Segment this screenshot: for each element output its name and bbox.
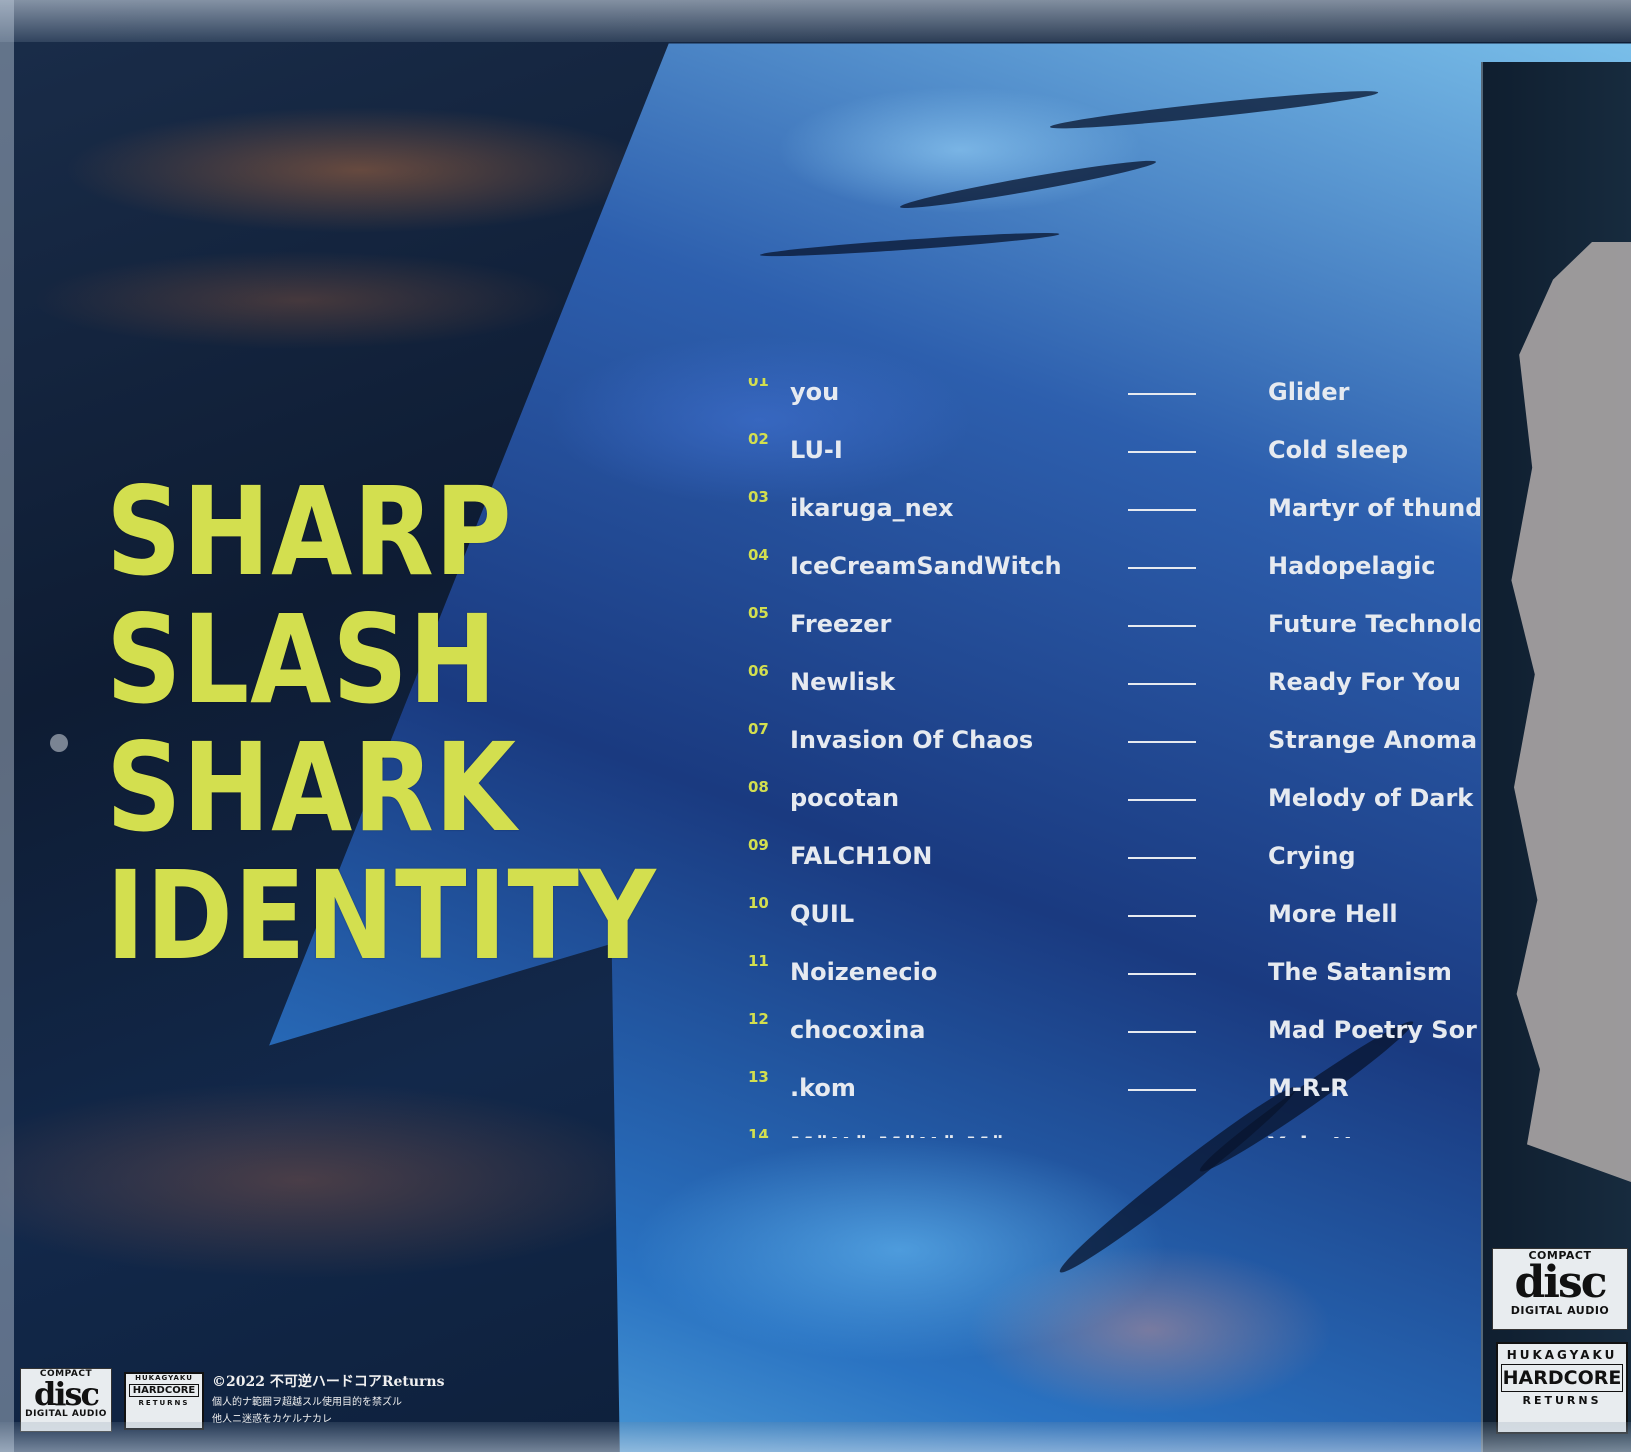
track-artist: IceCreamSandWitch [790, 552, 1062, 580]
track-number: 07 [748, 720, 769, 738]
track-row: 06 Newlisk Ready For You [748, 662, 1480, 708]
track-number: 03 [748, 488, 769, 506]
track-row: 07 Invasion Of Chaos Strange Anoma [748, 720, 1480, 766]
track-number: 11 [748, 952, 769, 970]
track-separator [1128, 451, 1196, 453]
track-number: 05 [748, 604, 769, 622]
track-row: 02 LU-I Cold sleep [748, 430, 1480, 476]
track-title: M-R-R [1268, 1074, 1349, 1102]
album-back-cover: SHARP SLASH SHARK IDENTITY 01 you Glider 02… [0, 0, 1631, 1452]
copyright-notice: ©2022 不可逆ハードコアReturns 個人的ナ範囲ヲ超越スル使用目的を禁ズ… [212, 1371, 444, 1425]
track-artist: LU-I [790, 436, 843, 464]
track-row: 08 pocotan Melody of Dark [748, 778, 1480, 824]
shrink-wrap-top [0, 0, 1631, 42]
track-separator [1128, 683, 1196, 685]
track-artist: QUIL [790, 900, 855, 928]
track-row: 09 FALCH1ON Crying [748, 836, 1480, 882]
track-title: Melody of Dark [1268, 784, 1474, 812]
cd-logo-large-bottom: DIGITAL AUDIO [1510, 1304, 1610, 1317]
track-title: Ready For You [1268, 668, 1461, 696]
track-title: Strange Anoma [1268, 726, 1478, 754]
track-number: 08 [748, 778, 769, 796]
track-title: The Satanism [1268, 958, 1452, 986]
track-separator [1128, 509, 1196, 511]
track-number: 12 [748, 1010, 769, 1028]
track-title: Future Technolo [1268, 610, 1480, 638]
side-artwork-shape [1511, 242, 1631, 1182]
track-artist: Invasion Of Chaos [790, 726, 1034, 754]
track-separator [1128, 567, 1196, 569]
copyright-line1: ©2022 不可逆ハードコアReturns [212, 1374, 445, 1390]
tracklist-clip: 01 you Glider 02 LU-I Cold sleep 03 ikaruga_nex… [748, 378, 1480, 1138]
track-row: 14 Mättö Mättö Män Yokatta [748, 1126, 1480, 1138]
track-number: 04 [748, 546, 769, 564]
cd-logo-mark: disc [33, 1375, 100, 1413]
track-title: More Hell [1268, 900, 1398, 928]
track-separator [1128, 973, 1196, 975]
track-title: Glider [1268, 378, 1350, 406]
track-separator [1128, 1031, 1196, 1033]
track-title: Cold sleep [1268, 436, 1409, 464]
track-number: 13 [748, 1068, 769, 1086]
track-number: 01 [748, 378, 769, 390]
track-row: 12 chocoxina Mad Poetry Sor [748, 1010, 1480, 1056]
title-line-4: IDENTITY [106, 845, 657, 987]
cd-logo-large: COMPACT disc DIGITAL AUDIO [1492, 1248, 1628, 1330]
shrink-wrap-left [0, 0, 14, 1452]
track-row: 05 Freezer Future Technolo [748, 604, 1480, 650]
track-row: 10 QUIL More Hell [748, 894, 1480, 940]
track-artist: Newlisk [790, 668, 896, 696]
track-number: 09 [748, 836, 769, 854]
label-logo-large-line2: HARDCORE [1501, 1364, 1623, 1392]
case-hinge-dot [50, 734, 68, 752]
track-artist: Freezer [790, 610, 892, 638]
track-separator [1128, 1089, 1196, 1091]
title-line-2: SLASH [106, 589, 498, 731]
track-title: Crying [1268, 842, 1356, 870]
track-artist: FALCH1ON [790, 842, 933, 870]
track-title: Yokatta [1268, 1132, 1371, 1138]
track-row: 13 .kom M-R-R [748, 1068, 1480, 1114]
track-artist: Noizenecio [790, 958, 938, 986]
track-number: 02 [748, 430, 769, 448]
track-row: 11 Noizenecio The Satanism [748, 952, 1480, 998]
track-artist: chocoxina [790, 1016, 926, 1044]
track-separator [1128, 625, 1196, 627]
label-logo-large-line1: HUKAGYAKU [1506, 1348, 1618, 1362]
track-row: 01 you Glider [748, 378, 1480, 418]
album-title: SHARP SLASH SHARK IDENTITY [106, 468, 666, 980]
track-row: 03 ikaruga_nex Martyr of thund [748, 488, 1480, 534]
track-number: 06 [748, 662, 769, 680]
track-row: 04 IceCreamSandWitch Hadopelagic [748, 546, 1480, 592]
track-artist: ikaruga_nex [790, 494, 954, 522]
track-artist: Mättö Mättö Män [790, 1132, 1023, 1138]
shrink-wrap-bottom [0, 1422, 1631, 1452]
track-title: Mad Poetry Sor [1268, 1016, 1477, 1044]
cd-logo-bottom: DIGITAL AUDIO [25, 1409, 107, 1419]
track-number: 14 [748, 1126, 769, 1138]
track-artist: .kom [790, 1074, 856, 1102]
copyright-line2: 個人的ナ範囲ヲ超越スル使用目的を禁ズル [212, 1397, 402, 1408]
track-title: Hadopelagic [1268, 552, 1436, 580]
track-separator [1128, 393, 1196, 395]
label-logo-large-line3: RETURNS [1522, 1394, 1602, 1407]
label-logo-large: HUKAGYAKU HARDCORE RETURNS [1496, 1342, 1628, 1434]
side-spine-panel [1481, 62, 1631, 1452]
track-artist: you [790, 378, 840, 406]
track-separator [1128, 915, 1196, 917]
track-title: Martyr of thund [1268, 494, 1480, 522]
cd-logo-large-mark: disc [1514, 1257, 1607, 1308]
label-logo-line1: HUKAGYAKU [135, 1374, 193, 1382]
title-line-3: SHARK [106, 717, 517, 859]
track-artist: pocotan [790, 784, 900, 812]
track-separator [1128, 799, 1196, 801]
label-logo-line3: RETURNS [138, 1399, 190, 1407]
track-number: 10 [748, 894, 769, 912]
title-line-1: SHARP [106, 461, 513, 603]
label-logo-line2: HARDCORE [129, 1384, 199, 1397]
track-separator [1128, 857, 1196, 859]
track-separator [1128, 741, 1196, 743]
